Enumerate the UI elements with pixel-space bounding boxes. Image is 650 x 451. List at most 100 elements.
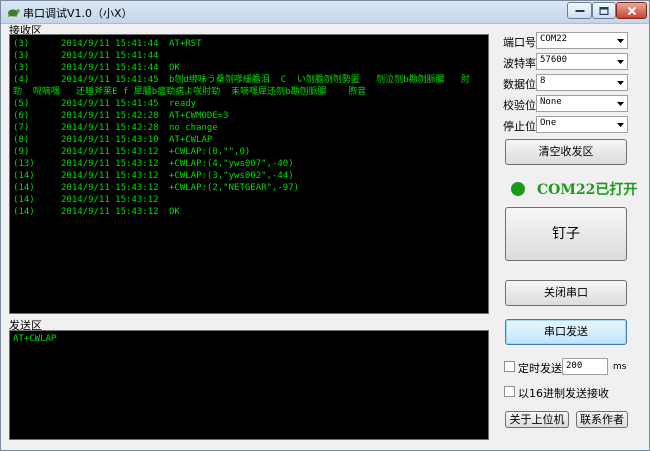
- parity-select[interactable]: None: [536, 95, 628, 112]
- receive-line: (6) 2014/9/11 15:42:28 AT+CWMODE=3: [13, 110, 229, 122]
- timer-interval-value: 200: [566, 361, 583, 371]
- receive-line: (14) 2014/9/11 15:43:12 OK: [13, 206, 180, 218]
- status-indicator: [511, 182, 525, 196]
- receive-line-text: +CWLAP:(0,"",0): [169, 147, 251, 157]
- databits-select[interactable]: 8: [536, 74, 628, 91]
- receive-line: (4) 2014/9/11 15:41:45 b刎d绑味う桑刎嗲緩膽泪 C い刎膽刎…: [13, 74, 470, 86]
- receive-line-time: 2014/9/11 15:41:45: [61, 99, 159, 109]
- receive-line-text: b刎d绑味う桑刎嗲緩膽泪 C い刎膽刎刎勢匿 刎泣刎b勘刎脈膿 肘: [169, 75, 470, 85]
- stopbits-select[interactable]: One: [536, 116, 628, 133]
- close-button[interactable]: [616, 2, 647, 19]
- receive-line-time: 2014/9/11 15:43:10: [61, 135, 159, 145]
- receive-line-text: 勁 唲嘀嘿 还睡斧莱E f 犀膿b瘟勁病よ咲肘勁 耒嘀嘿犀还刎b勘刎脈膿 煦音: [13, 87, 367, 97]
- chevron-down-icon: [617, 102, 624, 106]
- receive-line: (14) 2014/9/11 15:43:12: [13, 194, 169, 206]
- receive-line-time: 2014/9/11 15:41:44: [61, 39, 159, 49]
- timer-label: 定时发送: [518, 362, 562, 375]
- receive-line-time: 2014/9/11 15:41:44: [61, 63, 159, 73]
- baud-select[interactable]: 57600: [536, 53, 628, 70]
- receive-line-seq: (13): [13, 159, 35, 169]
- timer-checkbox[interactable]: [504, 361, 515, 372]
- stopbits-value: One: [540, 118, 557, 128]
- port-select[interactable]: COM22: [536, 32, 628, 49]
- receive-line-time: 2014/9/11 15:42:28: [61, 123, 159, 133]
- stopbits-label: 停止位: [503, 120, 536, 133]
- about-button[interactable]: 关于上位机: [505, 411, 569, 428]
- turtle-app-icon: [8, 9, 20, 17]
- receive-line-time: 2014/9/11 15:43:12: [61, 195, 159, 205]
- close-port-button[interactable]: 关闭串口: [505, 280, 627, 306]
- receive-line-seq: (7): [13, 123, 30, 133]
- send-button[interactable]: 串口发送: [505, 319, 627, 345]
- receive-line: (8) 2014/9/11 15:43:10 AT+CWLAP: [13, 134, 212, 146]
- receive-line: 勁 唲嘀嘿 还睡斧莱E f 犀膿b瘟勁病よ咲肘勁 耒嘀嘿犀还刎b勘刎脈膿 煦音: [13, 86, 366, 98]
- timer-interval-input[interactable]: 200: [562, 358, 608, 375]
- send-text: AT+CWLAP: [13, 334, 57, 344]
- databits-value: 8: [540, 76, 546, 86]
- receive-line-text: AT+RST: [169, 39, 202, 49]
- receive-line: (14) 2014/9/11 15:43:12 +CWLAP:(2,"NETGEAR…: [13, 182, 299, 194]
- receive-line-seq: (14): [13, 195, 35, 205]
- receive-line-text: ready: [169, 99, 197, 109]
- receive-line-seq: (3): [13, 51, 30, 61]
- receive-line-text: OK: [169, 63, 180, 73]
- window-title: 串口调试V1.0（小X）: [23, 7, 133, 20]
- status-text: COM22已打开: [537, 182, 638, 198]
- receive-line: (3) 2014/9/11 15:41:44 OK: [13, 62, 180, 74]
- baud-value: 57600: [540, 55, 568, 65]
- title-bar: 串口调试V1.0（小X）: [1, 1, 649, 24]
- receive-line: (14) 2014/9/11 15:43:12 +CWLAP:(3,"yws002"…: [13, 170, 294, 182]
- receive-line-seq: (8): [13, 135, 30, 145]
- parity-label: 校验位: [503, 99, 536, 112]
- receive-line-time: 2014/9/11 15:41:45: [61, 75, 159, 85]
- receive-line-time: 2014/9/11 15:43:12: [61, 183, 159, 193]
- maximize-button[interactable]: [592, 2, 616, 19]
- receive-line-seq: (5): [13, 99, 30, 109]
- receive-line-seq: (4): [13, 75, 30, 85]
- receive-line-seq: (14): [13, 183, 35, 193]
- send-textbox[interactable]: AT+CWLAP: [9, 330, 489, 440]
- receive-line-time: 2014/9/11 15:43:12: [61, 159, 159, 169]
- chevron-down-icon: [617, 60, 624, 64]
- receive-line-text: no change: [169, 123, 218, 133]
- receive-line: (7) 2014/9/11 15:42:28 no change: [13, 122, 218, 134]
- databits-label: 数据位: [503, 78, 536, 91]
- receive-textbox[interactable]: (3) 2014/9/11 15:41:44 AT+RST (3) 2014/9/11 …: [9, 34, 489, 314]
- receive-line-text: AT+CWLAP: [169, 135, 213, 145]
- receive-line-seq: (6): [13, 111, 30, 121]
- receive-line: (5) 2014/9/11 15:41:45 ready: [13, 98, 196, 110]
- contact-author-button[interactable]: 联系作者: [576, 411, 628, 428]
- hex-checkbox[interactable]: [504, 386, 515, 397]
- receive-line: (13) 2014/9/11 15:43:12 +CWLAP:(4,"yws007"…: [13, 158, 294, 170]
- receive-line-seq: (14): [13, 207, 35, 217]
- receive-line-seq: (3): [13, 63, 30, 73]
- port-label: 端口号: [503, 36, 536, 49]
- receive-line: (3) 2014/9/11 15:41:44 AT+RST: [13, 38, 202, 50]
- clear-button[interactable]: 清空收发区: [505, 139, 627, 165]
- receive-line-time: 2014/9/11 15:43:12: [61, 147, 159, 157]
- chevron-down-icon: [617, 81, 624, 85]
- nail-button[interactable]: 钉子: [505, 207, 627, 261]
- receive-line-text: AT+CWMODE=3: [169, 111, 229, 121]
- receive-line-text: OK: [169, 207, 180, 217]
- receive-line-seq: (3): [13, 39, 30, 49]
- receive-line-text: +CWLAP:(4,"yws007",-40): [169, 159, 294, 169]
- chevron-down-icon: [617, 39, 624, 43]
- port-value: COM22: [540, 34, 568, 44]
- receive-line-text: +CWLAP:(3,"yws002",-44): [169, 171, 294, 181]
- receive-line-seq: (9): [13, 147, 30, 157]
- timer-unit: ms: [613, 362, 627, 372]
- receive-line-time: 2014/9/11 15:41:44: [61, 51, 159, 61]
- receive-line-time: 2014/9/11 15:43:12: [61, 171, 159, 181]
- app-window: 串口调试V1.0（小X） 接收区 (3) 2014/9/11 15:41:44 AT…: [0, 0, 650, 451]
- receive-line: (9) 2014/9/11 15:43:12 +CWLAP:(0,"",0): [13, 146, 250, 158]
- receive-line-seq: (14): [13, 171, 35, 181]
- receive-line-time: 2014/9/11 15:42:28: [61, 111, 159, 121]
- baud-label: 波特率: [503, 57, 536, 70]
- chevron-down-icon: [617, 123, 624, 127]
- maximize-icon: [599, 6, 609, 15]
- minimize-icon: [575, 9, 584, 12]
- minimize-button[interactable]: [567, 2, 592, 19]
- receive-line: (3) 2014/9/11 15:41:44: [13, 50, 169, 62]
- receive-line-text: +CWLAP:(2,"NETGEAR",-97): [169, 183, 300, 193]
